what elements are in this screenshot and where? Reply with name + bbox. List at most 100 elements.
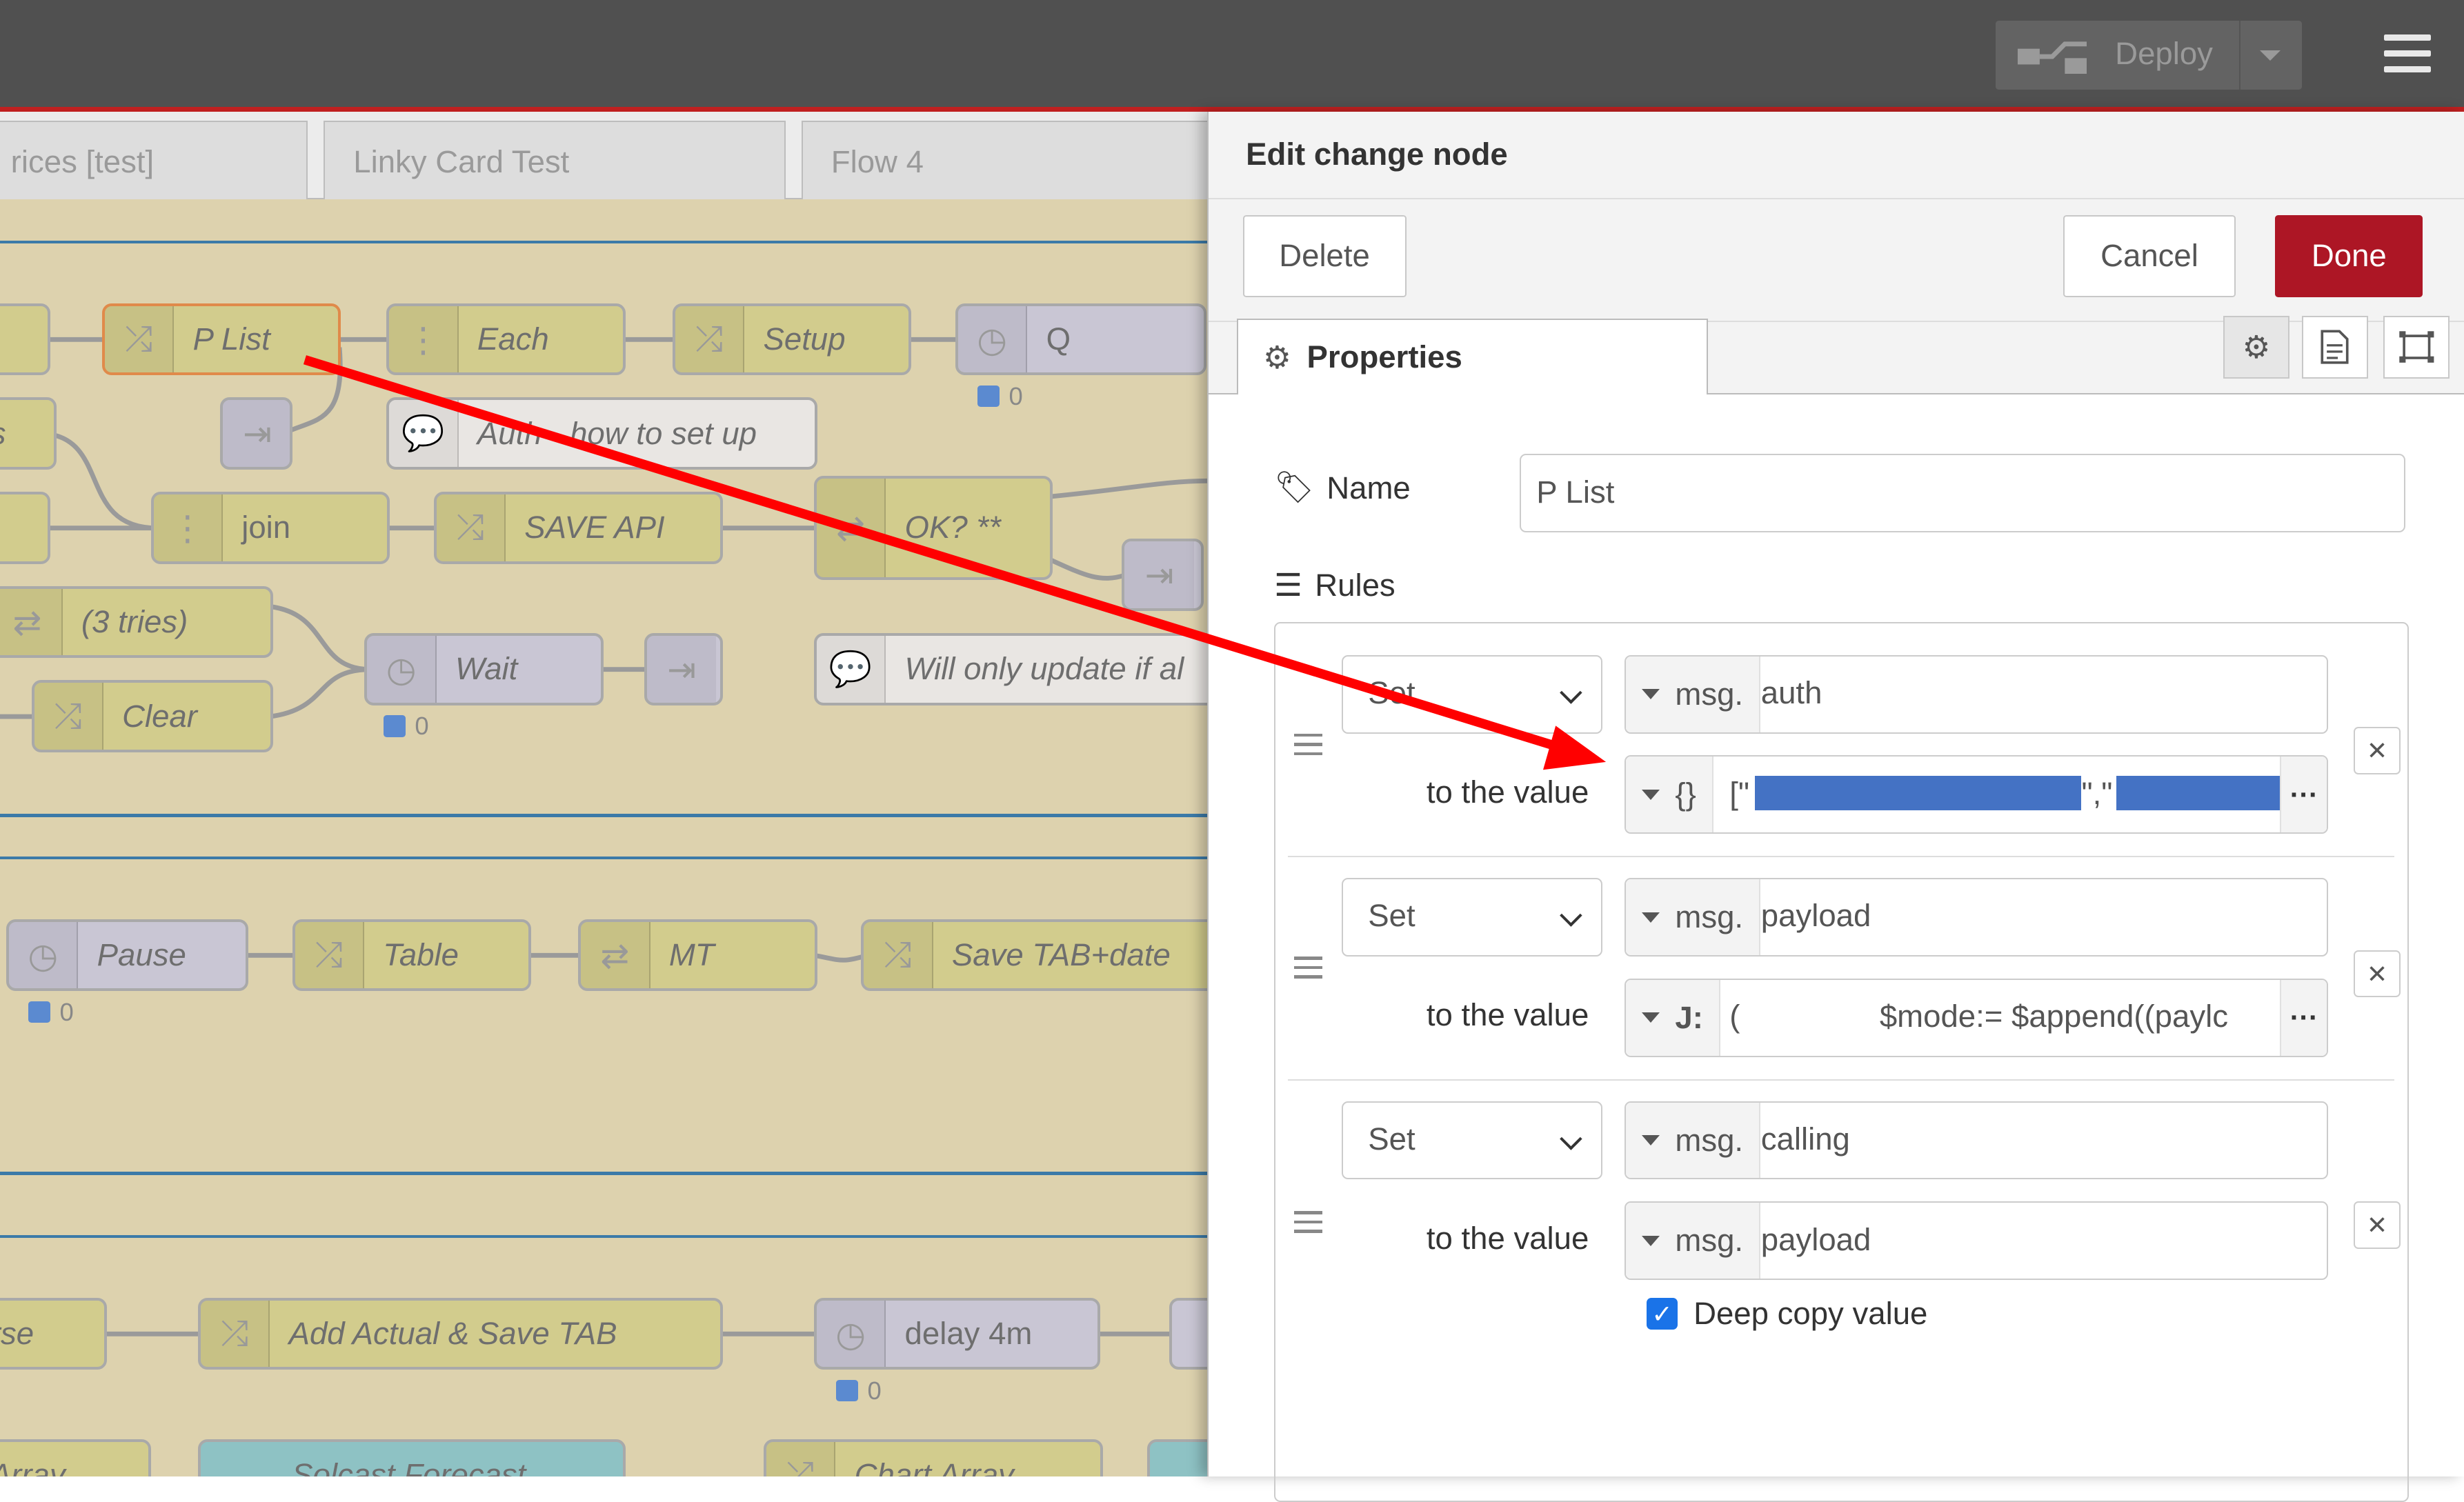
type-selector[interactable]: msg.	[1626, 879, 1760, 955]
rule-action-select[interactable]: Set	[1342, 655, 1602, 734]
timer-icon: ◷	[367, 636, 436, 703]
flow-node-solcast[interactable]: Solcast Forecast	[198, 1439, 626, 1477]
flow-node-add-actual[interactable]: ⤮ Add Actual & Save TAB	[198, 1298, 723, 1370]
name-input[interactable]: P List	[1520, 454, 2406, 532]
rule-target-input[interactable]: msg. auth	[1625, 655, 2329, 734]
flow-node-rse[interactable]: rse	[0, 1298, 107, 1370]
node-label: SAVE API	[506, 510, 665, 545]
flow-node-mt[interactable]: ⇄ MT	[578, 919, 817, 992]
node-label: Add Actual & Save TAB	[270, 1316, 617, 1352]
checkbox-checked-icon[interactable]: ✓	[1647, 1298, 1678, 1330]
flow-node-link-out[interactable]: ⇥	[644, 633, 723, 705]
node-label: join	[223, 510, 290, 545]
deploy-dropdown-icon[interactable]	[2260, 50, 2281, 61]
remove-rule-button[interactable]: ✕	[2354, 727, 2401, 774]
node-label: Table	[364, 937, 459, 973]
flow-comment-auth[interactable]: 💬 Auth - how to set up	[386, 397, 817, 470]
flow-node-array[interactable]: Array	[0, 1439, 151, 1477]
link-icon: ⇥	[647, 636, 716, 703]
flow-node-join[interactable]: ⋮ join	[151, 492, 390, 564]
flow-node-pause[interactable]: ◷ Pause	[6, 919, 248, 992]
remove-rule-button[interactable]: ✕	[2354, 1201, 2401, 1248]
deep-copy-label: Deep copy value	[1693, 1296, 1927, 1332]
expand-editor-button[interactable]: ···	[2280, 757, 2327, 832]
node-label: Chart Array	[835, 1457, 1014, 1476]
flow-node-ok[interactable]: ⇄ OK? **	[814, 476, 1053, 579]
rule-target-input[interactable]: msg. calling	[1625, 1101, 2329, 1180]
comment-icon: 💬	[389, 400, 458, 467]
flow-node-link-out[interactable]: ⇥	[1122, 539, 1203, 611]
timer-icon: ◷	[958, 306, 1027, 373]
redaction-bar	[2116, 776, 2280, 810]
drag-handle-icon[interactable]	[1294, 1211, 1322, 1239]
flow-node-s[interactable]: s	[0, 397, 57, 470]
delete-button[interactable]: Delete	[1243, 215, 1407, 297]
flow-comment-will-update[interactable]: 💬 Will only update if al	[814, 633, 1207, 705]
flow-node-p-list[interactable]: ⤮ P List	[102, 303, 341, 376]
type-selector[interactable]: msg.	[1626, 657, 1760, 732]
cancel-button[interactable]: Cancel	[2063, 215, 2236, 297]
link-icon: ⇥	[1124, 541, 1193, 608]
remove-rule-button[interactable]: ✕	[2354, 950, 2401, 997]
redaction-bar	[1755, 776, 2082, 810]
type-selector[interactable]: msg.	[1626, 1203, 1760, 1279]
flow-node-delay[interactable]: ◷ delay 4m	[814, 1298, 1100, 1370]
rule-action-select[interactable]: Set	[1342, 1101, 1602, 1180]
flow-node-stub[interactable]	[1147, 1439, 1207, 1477]
type-selector[interactable]: J:	[1626, 980, 1720, 1056]
flow-node-each[interactable]: ⋮ Each	[386, 303, 625, 376]
flow-node-save-tab[interactable]: ⤮ Save TAB+date	[861, 919, 1206, 992]
flow-node-link[interactable]: ⇥	[220, 397, 292, 470]
node-label: Solcast Forecast	[201, 1457, 526, 1476]
expand-editor-button[interactable]: ···	[2280, 980, 2327, 1056]
type-selector[interactable]: msg.	[1626, 1103, 1760, 1179]
flow-node-stub[interactable]	[1169, 1298, 1207, 1370]
flow-node-stub[interactable]	[0, 303, 50, 376]
flow-node-q[interactable]: ◷ Q	[955, 303, 1206, 376]
shuffle-icon: ⤮	[34, 683, 103, 750]
flow-workspace[interactable]: rices [test] Linky Card Test Flow 4 ⤮	[0, 112, 1207, 1477]
flow-node-clear[interactable]: ⤮ Clear	[32, 680, 274, 752]
rule-value-input[interactable]: J: ( $mode:= $append((paylc ···	[1625, 979, 2329, 1057]
deploy-label: Deploy	[2115, 36, 2213, 72]
drag-handle-icon[interactable]	[1294, 734, 1322, 762]
to-the-value-label: to the value	[1427, 997, 1589, 1033]
node-label: Array	[0, 1457, 66, 1476]
shuffle-icon: ⤮	[675, 306, 744, 373]
node-label: rse	[0, 1316, 34, 1352]
rules-label: ☰ Rules	[1274, 567, 1395, 603]
rule-action-select[interactable]: Set	[1342, 878, 1602, 957]
flow-node-save-api[interactable]: ⤮ SAVE API	[434, 492, 723, 564]
deep-copy-checkbox[interactable]: ✓ Deep copy value	[1647, 1296, 1928, 1332]
flow-node-wait[interactable]: ◷ Wait	[364, 633, 603, 705]
tab-properties[interactable]: ⚙ Properties	[1237, 319, 1708, 394]
deploy-button[interactable]: Deploy	[1996, 21, 2302, 90]
link-icon: ⇥	[223, 400, 292, 467]
flow-node-chart-array[interactable]: ⤮ Chart Array	[764, 1439, 1103, 1477]
node-label: Q	[1027, 321, 1071, 357]
node-label: Clear	[103, 699, 197, 734]
switch-icon: ⇄	[0, 589, 63, 656]
appearance-icon[interactable]	[2383, 316, 2450, 379]
rule-value-input[interactable]: msg. payload	[1625, 1201, 2329, 1280]
node-label: OK? **	[886, 510, 1001, 545]
drag-handle-icon[interactable]	[1294, 957, 1322, 985]
done-button[interactable]: Done	[2275, 215, 2423, 297]
description-icon[interactable]	[2302, 316, 2368, 379]
rule-1: Set msg. auth to the value {} [" "," ···…	[1291, 652, 2392, 840]
tray-title: Edit change node	[1209, 112, 2464, 200]
rule-target-input[interactable]: msg. payload	[1625, 878, 2329, 957]
type-selector[interactable]: {}	[1626, 757, 1713, 832]
node-label: Auth - how to set up	[459, 416, 757, 452]
rule-target-value: payload	[1761, 898, 1871, 934]
rules-list: Set msg. auth to the value {} [" "," ···…	[1274, 622, 2409, 1502]
hamburger-menu-icon[interactable]	[2384, 34, 2431, 72]
flow-node-table[interactable]: ⤮ Table	[292, 919, 531, 992]
settings-gear-icon[interactable]: ⚙	[2223, 316, 2289, 379]
flow-node-tries[interactable]: ⇄ (3 tries)	[0, 586, 273, 659]
rule-value-input[interactable]: {} [" "," ···	[1625, 755, 2329, 834]
flow-node-stub[interactable]	[0, 492, 50, 564]
flow-node-setup[interactable]: ⤮ Setup	[673, 303, 911, 376]
timer-icon: ◷	[9, 922, 78, 989]
rules-label-text: Rules	[1315, 568, 1395, 603]
